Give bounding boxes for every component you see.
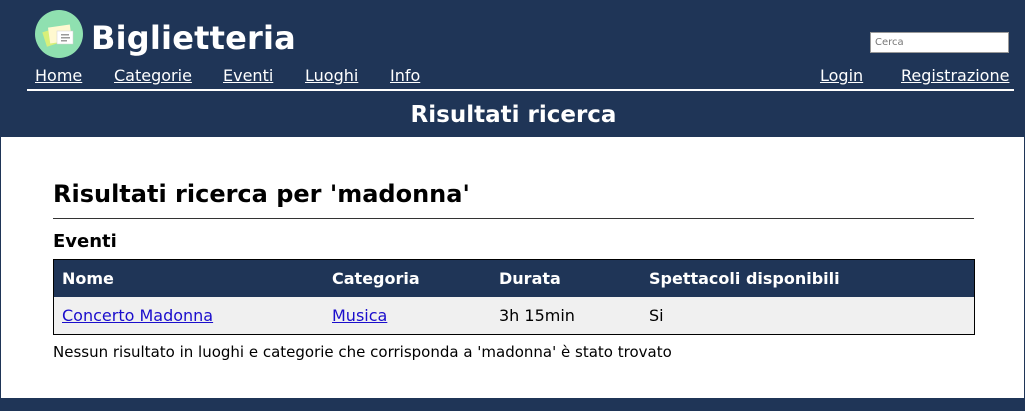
results-divider [53, 218, 974, 219]
nav-eventi-link[interactable]: Eventi [223, 66, 273, 86]
column-header-durata: Durata [491, 259, 641, 297]
table-header-row: Nome Categoria Durata Spettacoli disponi… [53, 259, 975, 297]
column-header-spettacoli: Spettacoli disponibili [641, 259, 975, 297]
events-section-title: Eventi [53, 231, 117, 252]
nav-info-link[interactable]: Info [390, 66, 420, 86]
nav-registrazione-link[interactable]: Registrazione [901, 66, 1009, 86]
event-category-link[interactable]: Musica [332, 306, 387, 325]
event-duration-cell: 3h 15min [491, 297, 641, 335]
site-title[interactable]: Biglietteria [91, 16, 296, 60]
nav-luoghi-link[interactable]: Luoghi [305, 66, 358, 86]
search-input[interactable] [870, 32, 1009, 53]
nav-categorie-link[interactable]: Categorie [114, 66, 192, 86]
nav-login-link[interactable]: Login [820, 66, 863, 86]
nav-home-link[interactable]: Home [35, 66, 82, 86]
results-title: Risultati ricerca per 'madonna' [53, 180, 470, 208]
column-header-categoria: Categoria [324, 259, 491, 297]
event-name-cell: Concerto Madonna [53, 297, 324, 335]
table-row: Concerto Madonna Musica 3h 15min Si [53, 297, 975, 335]
no-results-message: Nessun risultato in luoghi e categorie c… [53, 343, 672, 361]
column-header-nome: Nome [53, 259, 324, 297]
site-footer [1, 398, 1025, 411]
event-availability-cell: Si [641, 297, 975, 335]
nav-divider [27, 89, 1014, 91]
ticket-logo-icon[interactable] [35, 10, 83, 58]
event-name-link[interactable]: Concerto Madonna [62, 306, 213, 325]
events-table: Nome Categoria Durata Spettacoli disponi… [53, 259, 975, 335]
page-heading: Risultati ricerca [410, 102, 617, 128]
event-category-cell: Musica [324, 297, 491, 335]
site-header: Biglietteria Home Categorie Eventi Luogh… [1, 0, 1025, 137]
